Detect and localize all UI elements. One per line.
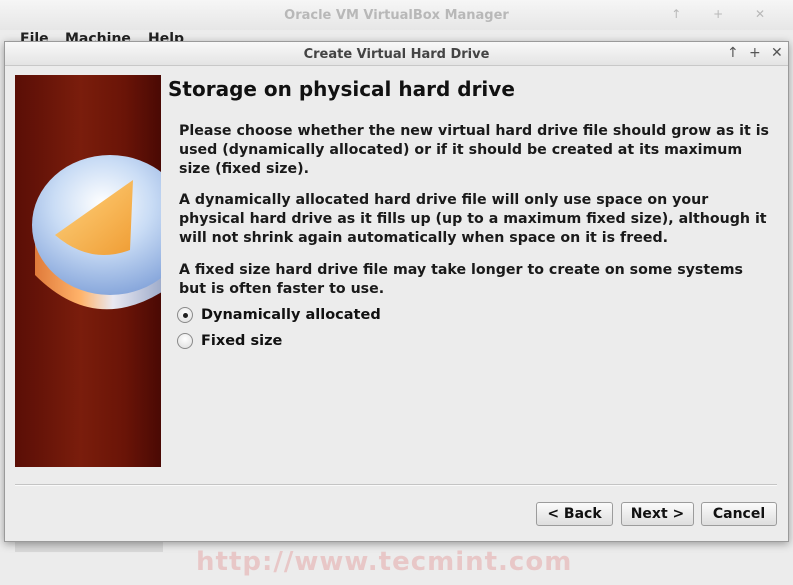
hard-disk-icon — [32, 155, 161, 310]
description-paragraph-2: A dynamically allocated hard drive file … — [179, 192, 767, 246]
back-button[interactable]: < Back — [536, 502, 613, 526]
option-fixed-size[interactable]: Fixed size — [177, 331, 282, 351]
cancel-button[interactable]: Cancel — [701, 502, 777, 526]
close-icon[interactable]: ✕ — [771, 45, 783, 61]
description-paragraph-1: Please choose whether the new virtual ha… — [179, 123, 770, 177]
hard-drive-banner-image — [15, 75, 161, 467]
radio-label-dynamically-allocated[interactable]: Dynamically allocated — [201, 307, 381, 323]
manager-titlebar: Oracle VM VirtualBox Manager ↑ + ✕ — [0, 0, 793, 32]
manager-window-controls[interactable]: ↑ + ✕ — [671, 7, 779, 21]
arrow-up-icon[interactable]: ↑ — [727, 45, 739, 61]
maximize-icon[interactable]: + — [749, 45, 761, 61]
watermark-text: http://www.tecmint.com — [196, 547, 573, 577]
next-button[interactable]: Next > — [621, 502, 694, 526]
button-separator — [15, 484, 777, 486]
radio-dynamically-allocated[interactable] — [177, 307, 193, 323]
page-heading: Storage on physical hard drive — [168, 77, 515, 101]
radio-label-fixed-size[interactable]: Fixed size — [201, 333, 282, 349]
dialog-titlebar: Create Virtual Hard Drive ↑ + ✕ — [5, 42, 788, 66]
create-virtual-hard-drive-dialog: Create Virtual Hard Drive ↑ + ✕ Storage … — [4, 41, 789, 542]
option-dynamically-allocated[interactable]: Dynamically allocated — [177, 305, 381, 325]
radio-fixed-size[interactable] — [177, 333, 193, 349]
description-paragraph-3: A fixed size hard drive file may take lo… — [179, 262, 743, 297]
dialog-title: Create Virtual Hard Drive — [303, 47, 490, 62]
